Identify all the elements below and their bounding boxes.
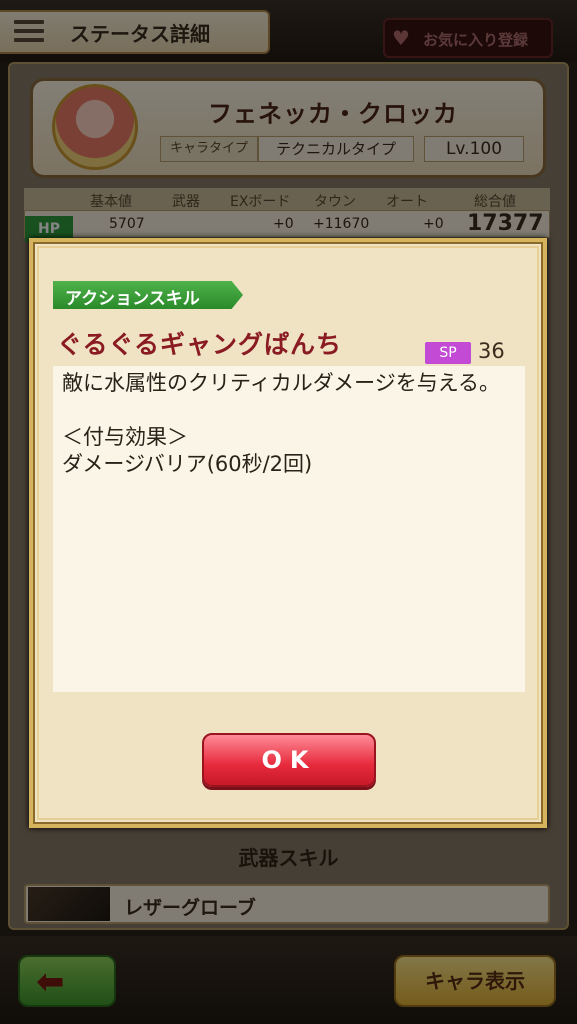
sp-badge: SP bbox=[425, 342, 471, 364]
ok-button[interactable]: OK bbox=[202, 733, 376, 787]
sp-value: 36 bbox=[478, 339, 505, 363]
skill-name: ぐるぐるギャングぱんち bbox=[57, 330, 343, 359]
skill-category-label: アクションスキル bbox=[65, 289, 200, 309]
skill-description: 敵に水属性のクリティカルダメージを与える。 ＜付与効果＞ ダメージバリア(60秒… bbox=[62, 371, 501, 476]
